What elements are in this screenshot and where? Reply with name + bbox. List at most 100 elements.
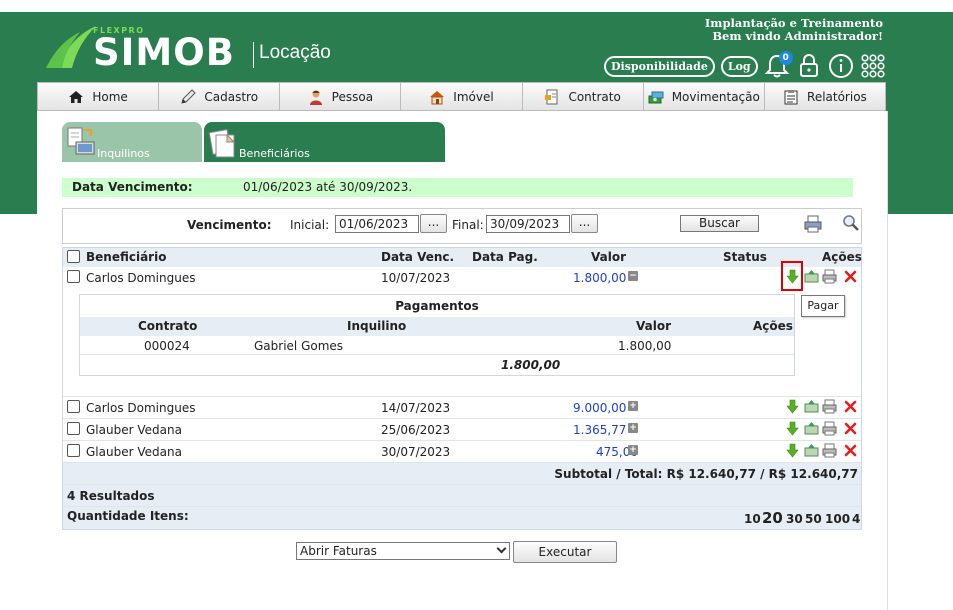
nav-relatorios[interactable]: Relatórios — [764, 83, 885, 110]
page-size-20[interactable]: 20 — [762, 509, 783, 527]
action-select-value: Abrir Faturas — [300, 544, 377, 558]
page-size-30[interactable]: 30 — [786, 512, 803, 526]
page-size-all[interactable]: 4 — [852, 512, 860, 526]
nav-pessoa[interactable]: Pessoa — [280, 83, 402, 110]
print-row-icon[interactable] — [822, 269, 837, 284]
vencimento-label: Vencimento: — [187, 218, 272, 232]
pay-arrow-icon[interactable] — [785, 443, 800, 458]
nav-movimentacao[interactable]: Movimentação — [643, 83, 765, 110]
nav-contrato[interactable]: Contrato — [522, 83, 644, 110]
payments-subtable: Pagamentos Contrato Inquilino Valor Açõe… — [79, 294, 795, 376]
tab-inquilinos[interactable]: Inquilinos — [62, 122, 202, 162]
print-icon[interactable] — [804, 215, 822, 233]
table-row[interactable]: Carlos Domingues 14/07/2023 9.000,00 + — [63, 397, 861, 419]
receipt-icon[interactable] — [804, 443, 819, 458]
expand-toggle[interactable]: + — [628, 445, 638, 455]
page-size-10[interactable]: 10 — [744, 512, 761, 526]
pay-arrow-icon[interactable] — [785, 399, 800, 414]
due-date-summary: Data Vencimento: 01/06/2023 até 30/09/20… — [62, 178, 853, 197]
delete-icon[interactable] — [843, 399, 858, 414]
print-row-icon[interactable] — [822, 421, 837, 436]
receipt-icon[interactable] — [804, 269, 819, 284]
info-icon[interactable] — [828, 53, 854, 79]
print-row-icon[interactable] — [822, 399, 837, 414]
money-icon — [648, 91, 664, 103]
nav-cadastro[interactable]: Cadastro — [159, 83, 281, 110]
row-beneficiario: Carlos Domingues — [86, 271, 196, 285]
row-valor: 1.800,00 — [573, 271, 627, 285]
executar-button[interactable]: Executar — [513, 541, 617, 563]
header-toolbar: Disponibilidade Log 0 — [604, 51, 886, 79]
delete-icon[interactable] — [843, 269, 858, 284]
row-beneficiario: Carlos Domingues — [86, 401, 196, 415]
page-size-label: Quantidade Itens: — [67, 509, 189, 523]
payments-total-row: 1.800,00 — [80, 355, 794, 374]
final-date-input[interactable]: 30/09/2023 — [486, 215, 570, 233]
row-data-venc: 14/07/2023 — [381, 401, 451, 415]
payment-contrato: 000024 — [144, 339, 190, 353]
subtotal-row: Subtotal / Total: R$ 12.640,77 / R$ 12.6… — [63, 463, 861, 485]
inicial-date-picker-button[interactable]: ... — [420, 214, 447, 233]
simob-logo[interactable]: FLEXPRO SIMOB Locação — [44, 24, 344, 74]
pay-action-highlight — [781, 261, 803, 291]
chevron-down-icon — [496, 543, 507, 554]
select-all-checkbox[interactable] — [67, 250, 80, 263]
tab-beneficiarios-label: Beneficiários — [239, 147, 310, 160]
row-checkbox[interactable] — [67, 444, 80, 457]
receipt-icon[interactable] — [804, 399, 819, 414]
expand-toggle[interactable]: + — [628, 423, 638, 433]
nav-relatorios-label: Relatórios — [807, 89, 867, 104]
pay-tooltip: Pagar — [801, 295, 845, 317]
col-status: Status — [723, 250, 767, 264]
page-size-100[interactable]: 100 — [825, 512, 850, 526]
row-valor: 1.365,77 — [573, 423, 627, 437]
lock-icon[interactable] — [796, 53, 822, 79]
col-valor: Valor — [591, 250, 627, 264]
notification-badge: 0 — [778, 51, 793, 65]
tab-beneficiarios[interactable]: Beneficiários — [204, 122, 445, 162]
delete-icon[interactable] — [843, 421, 858, 436]
disponibilidade-button[interactable]: Disponibilidade — [604, 55, 715, 77]
payment-row[interactable]: 000024 Gabriel Gomes 1.800,00 — [80, 336, 794, 355]
apps-grid-icon[interactable] — [860, 53, 886, 79]
results-table: Beneficiário Data Venc. Data Pag. Valor … — [62, 247, 862, 530]
payment-inquilino: Gabriel Gomes — [254, 339, 344, 353]
due-date-value: 01/06/2023 até 30/09/2023. — [243, 180, 413, 194]
nav-home-label: Home — [92, 89, 128, 104]
nav-imovel-label: Imóvel — [453, 89, 494, 104]
nav-pessoa-label: Pessoa — [331, 89, 374, 104]
receipt-icon[interactable] — [804, 421, 819, 436]
print-row-icon[interactable] — [822, 443, 837, 458]
delete-icon[interactable] — [843, 443, 858, 458]
nav-home[interactable]: Home — [38, 83, 160, 110]
pencil-icon — [181, 88, 197, 104]
row-checkbox[interactable] — [67, 400, 80, 413]
row-checkbox[interactable] — [67, 270, 80, 283]
row-data-venc: 25/06/2023 — [381, 423, 451, 437]
page-size-50[interactable]: 50 — [805, 512, 822, 526]
pay-arrow-icon[interactable] — [785, 421, 800, 436]
search-icon[interactable] — [842, 214, 860, 232]
welcome-label: Bem vindo Administrador! — [712, 29, 883, 43]
results-count-row: 4 Resultados — [63, 485, 861, 507]
final-date-picker-button[interactable]: ... — [571, 214, 598, 233]
row-checkbox[interactable] — [67, 422, 80, 435]
payment-valor: 1.800,00 — [618, 339, 672, 353]
contract-icon — [545, 89, 558, 104]
row-valor: 9.000,00 — [573, 401, 627, 415]
nav-imovel[interactable]: Imóvel — [401, 83, 523, 110]
brand-name: SIMOB — [93, 31, 235, 74]
log-button[interactable]: Log — [720, 55, 758, 77]
house-icon — [430, 90, 445, 104]
bell-icon[interactable]: 0 — [764, 51, 793, 79]
table-row[interactable]: Glauber Vedana 30/07/2023 475,00 + — [63, 441, 861, 463]
buscar-button[interactable]: Buscar — [680, 215, 759, 232]
table-row[interactable]: Glauber Vedana 25/06/2023 1.365,77 + — [63, 419, 861, 441]
collapse-toggle[interactable]: − — [628, 271, 638, 281]
expand-toggle[interactable]: + — [628, 401, 638, 411]
col-acoes: Ações — [822, 250, 862, 264]
inicial-date-input[interactable]: 01/06/2023 — [335, 215, 419, 233]
row-data-venc: 30/07/2023 — [381, 445, 451, 459]
table-header: Beneficiário Data Venc. Data Pag. Valor … — [63, 248, 862, 267]
action-select[interactable]: Abrir Faturas — [296, 542, 510, 560]
